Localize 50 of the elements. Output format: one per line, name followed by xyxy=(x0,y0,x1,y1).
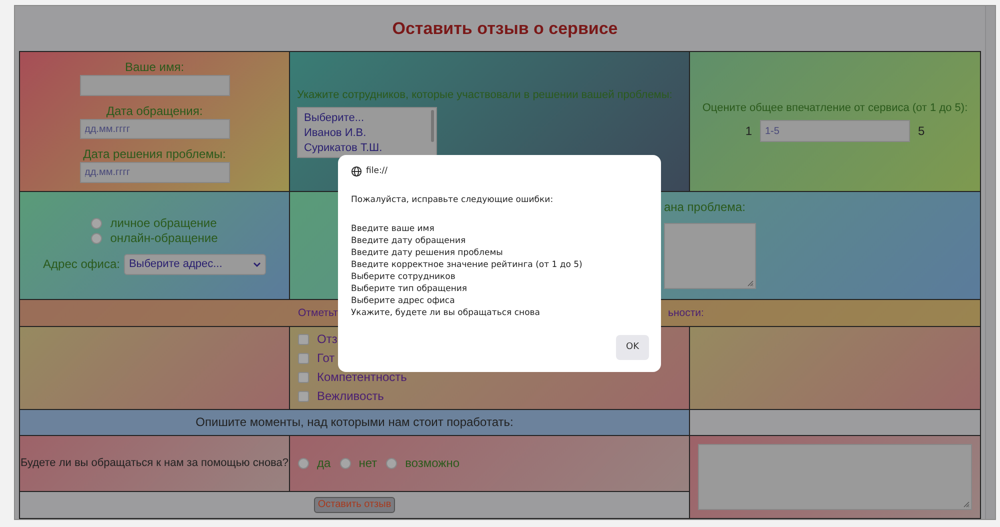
listbox-option[interactable]: Иванов И.В. xyxy=(304,126,430,141)
error-line: Введите ваше имя xyxy=(351,222,436,234)
ok-button[interactable]: OK xyxy=(616,334,649,360)
checkbox-option[interactable]: Отз xyxy=(298,332,338,347)
scale-label: 1 xyxy=(745,124,752,138)
name-field[interactable] xyxy=(80,75,230,96)
error-line: Введите дату решения проблемы xyxy=(351,246,504,258)
office-select[interactable]: Выберите адрес... xyxy=(124,254,266,275)
error-line: Выберите адрес офиса xyxy=(351,294,456,306)
rating-field[interactable]: 1-5 xyxy=(760,120,910,142)
date-field[interactable]: дд.мм.гггг xyxy=(80,118,230,140)
scale-label: 5 xyxy=(918,124,925,138)
listbox-option[interactable]: Выберите... xyxy=(304,111,430,126)
chevron-icon xyxy=(252,262,261,268)
error-line: Выберите сотрудников xyxy=(351,270,456,282)
question-text: Будете ли вы обращаться к нам за помощью снова? xyxy=(20,456,289,471)
field-label: Оцените общее впечатление от сервиса (от 1 до 5): xyxy=(702,101,968,116)
resize-grip-icon[interactable] xyxy=(963,501,970,508)
employee-listbox[interactable]: Выберите... Иванов И.В. Сурикатов Т.Ш. xyxy=(297,107,437,158)
date-field[interactable]: дд.мм.гггг xyxy=(80,162,230,184)
radio-option[interactable]: возможно xyxy=(386,456,460,471)
error-line: Укажите, будете ли вы обращаться снова xyxy=(351,306,541,318)
field-label: Дата решения проблемы: xyxy=(83,147,226,162)
comment-textarea[interactable] xyxy=(698,444,972,510)
radio-option[interactable]: личное обращение xyxy=(91,216,217,231)
field-label: Укажите сотрудников, которые участвовали в решении вашей проблемы: xyxy=(297,88,672,103)
section-heading: Опишите моменты, над которыми нам стоит поработать: xyxy=(196,415,514,430)
dialog-origin: file:// xyxy=(366,165,388,178)
globe-icon xyxy=(351,166,362,177)
radio-option[interactable]: да xyxy=(298,456,331,471)
section-heading: Отметьт xyxy=(298,306,338,320)
error-line: Введите дату обращения xyxy=(351,234,467,246)
resize-grip-icon[interactable] xyxy=(747,280,754,287)
checkbox-option[interactable]: Компетентность xyxy=(298,370,407,385)
checkbox-option[interactable]: Вежливость xyxy=(298,389,384,404)
field-label: Ваше имя: xyxy=(124,60,184,75)
field-label: Адрес офиса: xyxy=(43,257,120,272)
page-title: Оставить отзыв о сервисе xyxy=(391,18,619,40)
field-label: Дата обращения: xyxy=(106,104,203,119)
listbox-option[interactable]: Сурикатов Т.Ш. xyxy=(304,141,430,156)
field-label: ана проблема: xyxy=(664,200,746,215)
dialog-message: Пожалуйста, исправьте следующие ошибки: xyxy=(351,194,554,206)
radio-option[interactable]: нет xyxy=(340,456,378,471)
error-line: Введите корректное значение рейтинга (от 1 до 5) xyxy=(351,258,584,270)
error-line: Выберите тип обращения xyxy=(351,282,468,294)
problem-textarea[interactable] xyxy=(664,223,756,289)
radio-option[interactable]: онлайн-обращение xyxy=(91,231,218,246)
checkbox-option[interactable]: Гот xyxy=(298,351,335,366)
section-heading: ьности: xyxy=(668,306,704,320)
scrollbar-thumb[interactable] xyxy=(431,110,434,142)
